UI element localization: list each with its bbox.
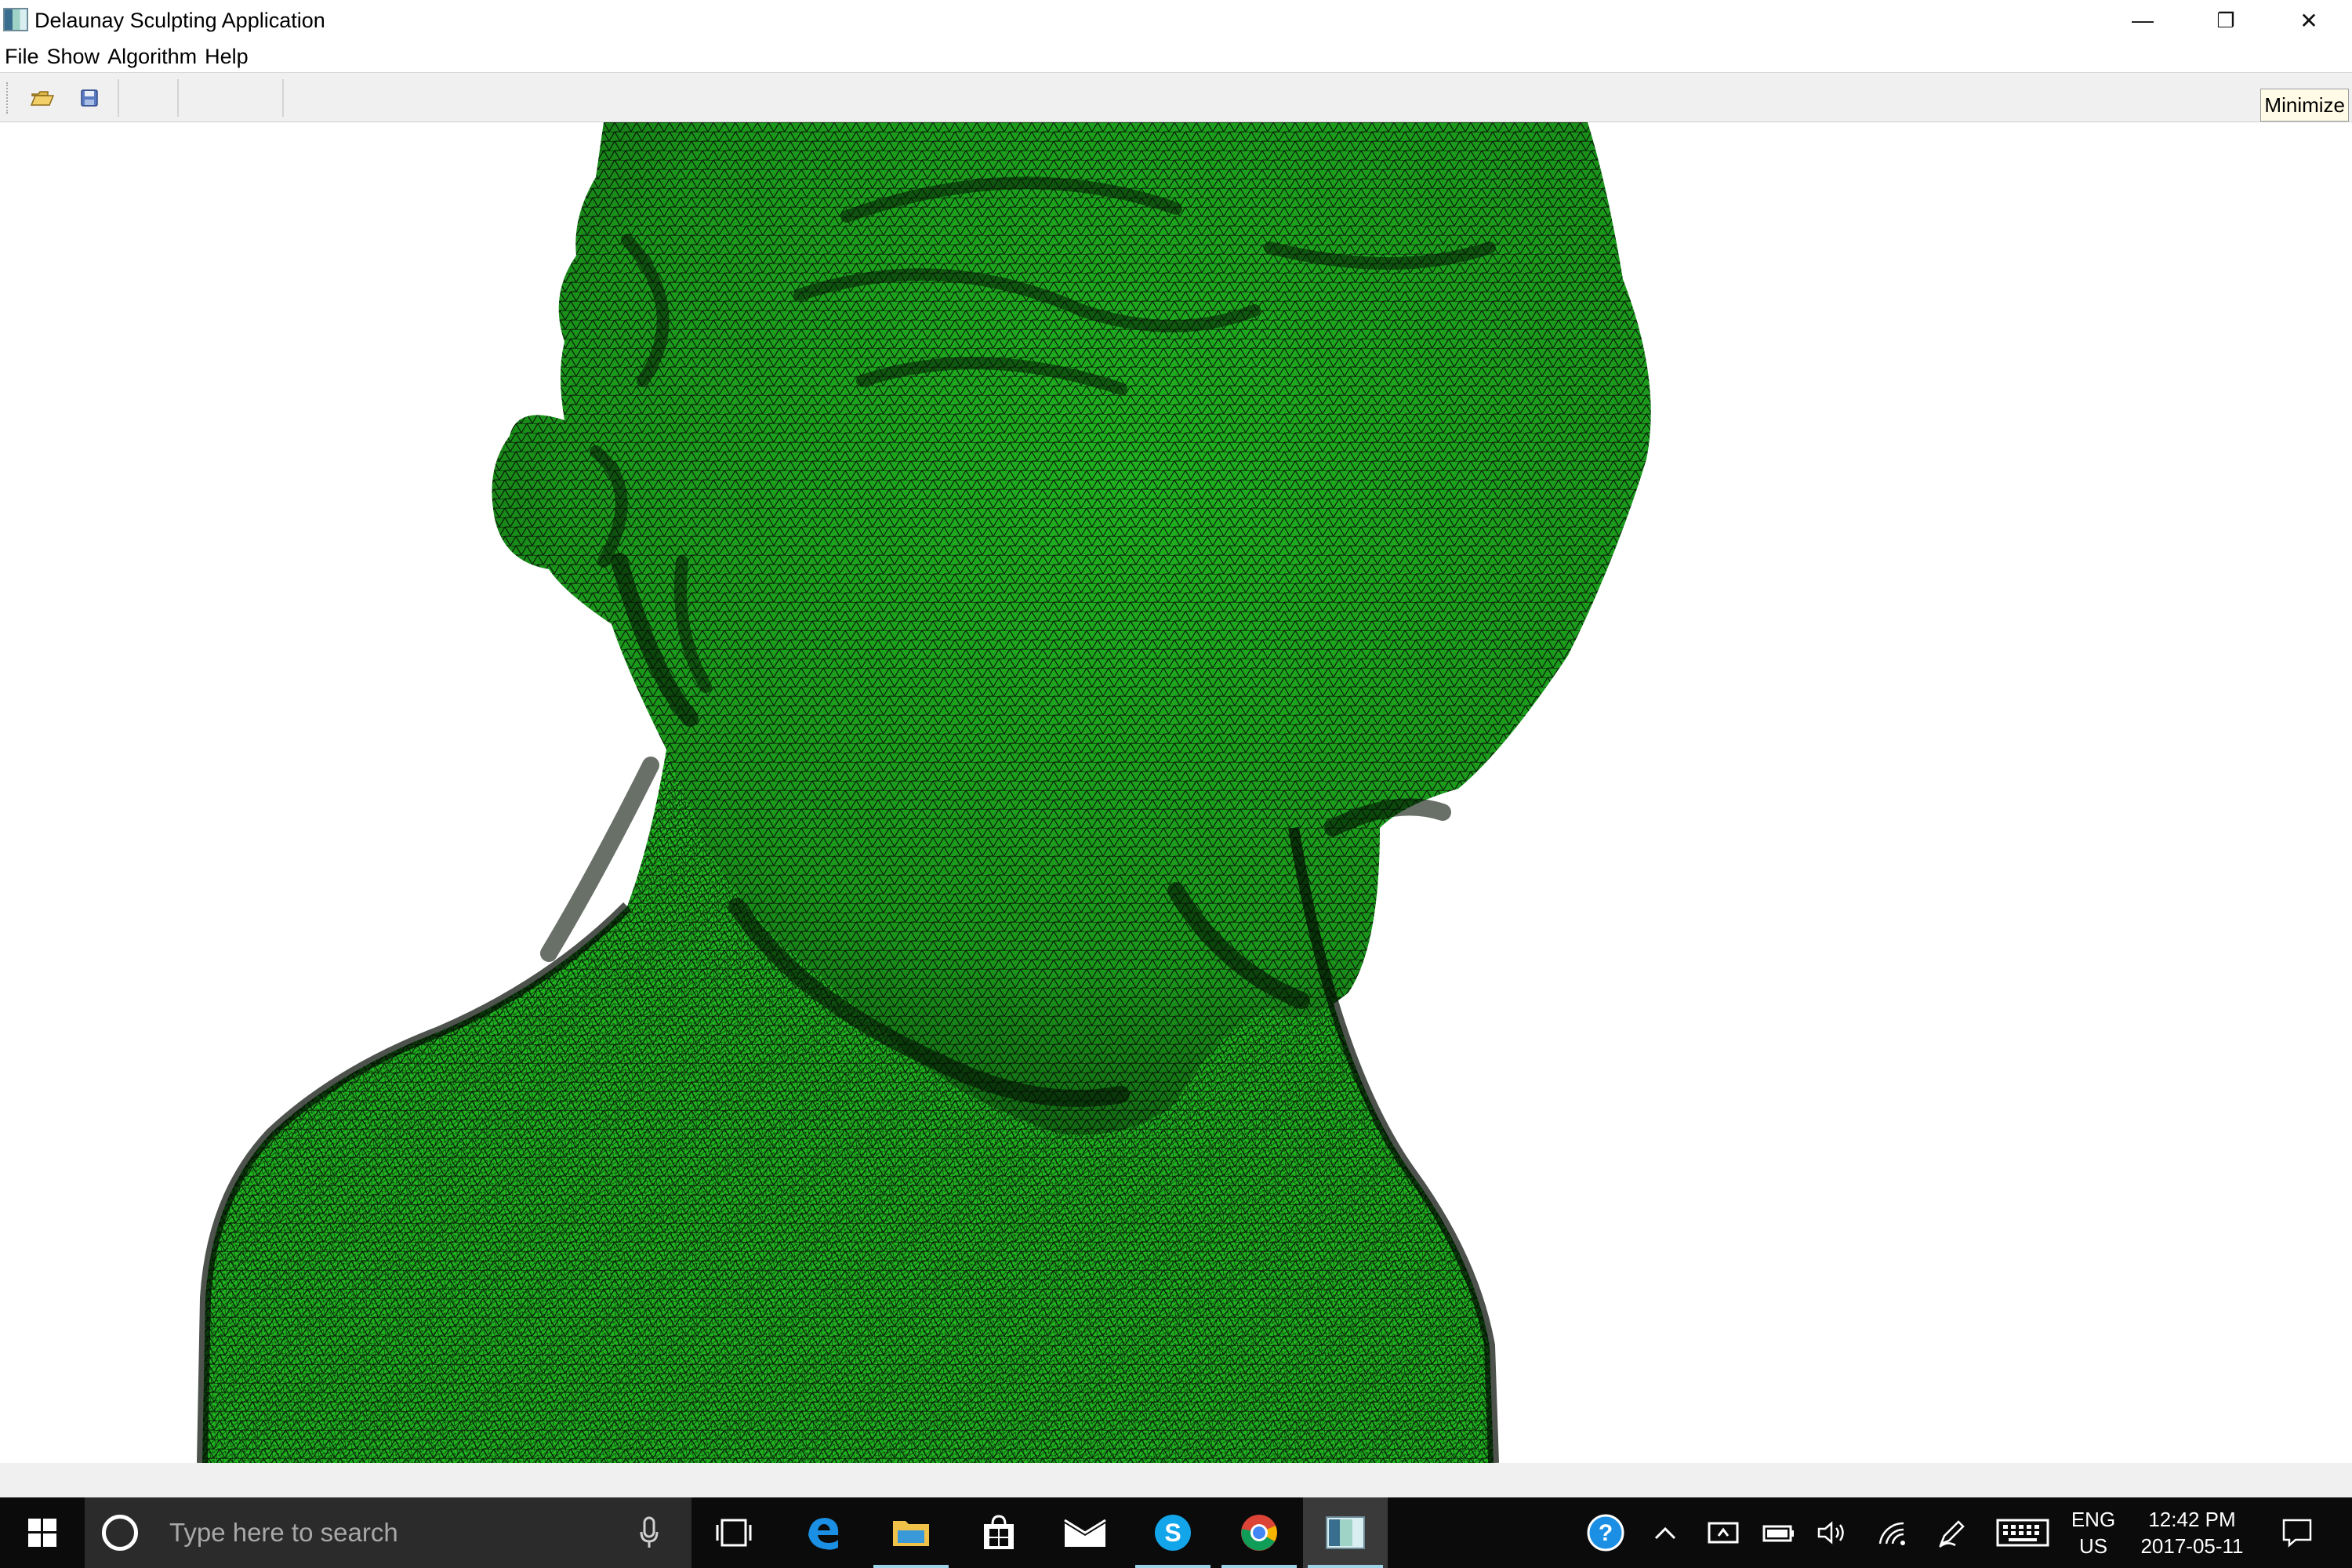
microphone-icon[interactable] — [640, 1516, 659, 1549]
window-close-button[interactable]: ✕ — [2267, 0, 2350, 41]
edge-icon — [808, 1518, 839, 1550]
mesh-render — [197, 122, 1651, 1463]
search-placeholder: Type here to search — [169, 1518, 398, 1547]
tray-pen[interactable] — [1927, 1497, 1977, 1568]
windows-logo-icon — [28, 1519, 56, 1547]
status-bar — [0, 1463, 2352, 1497]
notification-icon — [2282, 1519, 2312, 1548]
task-view-button[interactable] — [691, 1497, 776, 1568]
running-indicator — [1135, 1565, 1210, 1568]
taskbar-mail[interactable] — [1043, 1497, 1127, 1568]
chevron-up-icon — [1654, 1526, 1676, 1540]
toolbar-separator — [282, 79, 284, 117]
clock-time: 12:42 PM — [2148, 1508, 2236, 1531]
mail-icon — [1064, 1519, 1106, 1547]
taskbar-store[interactable] — [956, 1497, 1041, 1568]
folder-open-icon — [31, 91, 54, 106]
menu-file[interactable]: File — [0, 41, 42, 72]
menu-bar: File Show Algorithm Help — [0, 41, 2352, 72]
taskbar-chrome[interactable] — [1217, 1497, 1301, 1568]
store-icon — [984, 1515, 1014, 1549]
taskbar-edge[interactable] — [781, 1497, 866, 1568]
windows-taskbar: Type here to search S ? ENG US 12:42 PM … — [0, 1497, 2352, 1568]
window-title: Delaunay Sculpting Application — [34, 9, 325, 32]
minimize-panel-button[interactable]: Minimize — [2260, 89, 2349, 122]
tray-volume[interactable] — [1808, 1497, 1857, 1568]
running-indicator — [1221, 1565, 1297, 1568]
chrome-icon — [1241, 1515, 1277, 1551]
pen-icon — [1939, 1520, 1965, 1548]
taskbar-file-explorer[interactable] — [869, 1497, 953, 1568]
tray-battery[interactable] — [1753, 1497, 1803, 1568]
help-icon: ? — [1587, 1514, 1624, 1552]
menu-help[interactable]: Help — [200, 41, 252, 72]
tray-wifi[interactable] — [1867, 1497, 1918, 1568]
language-region: US — [2078, 1534, 2108, 1558]
tray-touch-keyboard[interactable] — [1991, 1497, 2054, 1568]
language-code: ENG — [2071, 1508, 2116, 1531]
app-icon — [3, 8, 28, 31]
taskbar-skype[interactable]: S — [1131, 1497, 1215, 1568]
save-disk-icon — [81, 89, 98, 107]
taskbar-search-box[interactable]: Type here to search — [85, 1497, 691, 1568]
toolbar-separator — [118, 79, 119, 117]
skype-icon: S — [1155, 1515, 1191, 1551]
clock-date: 2017-05-11 — [2140, 1534, 2244, 1558]
volume-icon — [1817, 1521, 1844, 1544]
running-indicator — [873, 1565, 949, 1568]
svg-text:S: S — [1164, 1519, 1181, 1547]
title-bar: Delaunay Sculpting Application — ❐ ✕ — [0, 0, 2352, 41]
tray-show-hidden[interactable] — [1642, 1497, 1689, 1568]
save-file-button[interactable] — [75, 84, 103, 112]
delaunay-app-icon — [1326, 1516, 1365, 1549]
open-file-button[interactable] — [28, 84, 56, 112]
taskbar-delaunay-app[interactable] — [1303, 1497, 1388, 1568]
keyboard-icon — [1996, 1519, 2049, 1547]
display-icon — [1708, 1522, 1739, 1544]
tray-language[interactable]: ENG US — [2062, 1497, 2125, 1568]
toolbar-grip[interactable] — [6, 82, 10, 114]
tray-projector[interactable] — [1698, 1497, 1748, 1568]
menu-algorithm[interactable]: Algorithm — [103, 41, 200, 72]
svg-text:?: ? — [1599, 1520, 1613, 1546]
tray-action-center[interactable] — [2274, 1497, 2321, 1568]
tray-clock[interactable]: 12:42 PM 2017-05-11 — [2128, 1497, 2256, 1568]
start-button[interactable] — [0, 1497, 85, 1568]
window-minimize-button[interactable]: — — [2101, 0, 2184, 41]
task-view-icon — [716, 1519, 752, 1547]
menu-show[interactable]: Show — [42, 41, 103, 72]
wifi-icon — [1878, 1522, 1905, 1545]
cortana-icon[interactable] — [102, 1515, 138, 1551]
window-restore-button[interactable]: ❐ — [2184, 0, 2267, 41]
tray-help[interactable]: ? — [1584, 1497, 1628, 1568]
running-indicator — [1308, 1565, 1383, 1568]
mesh-viewport[interactable] — [0, 122, 2352, 1463]
battery-icon — [1762, 1525, 1794, 1542]
toolbar: Minimize — [0, 72, 2352, 122]
toolbar-separator — [177, 79, 179, 117]
file-explorer-icon — [893, 1521, 929, 1546]
